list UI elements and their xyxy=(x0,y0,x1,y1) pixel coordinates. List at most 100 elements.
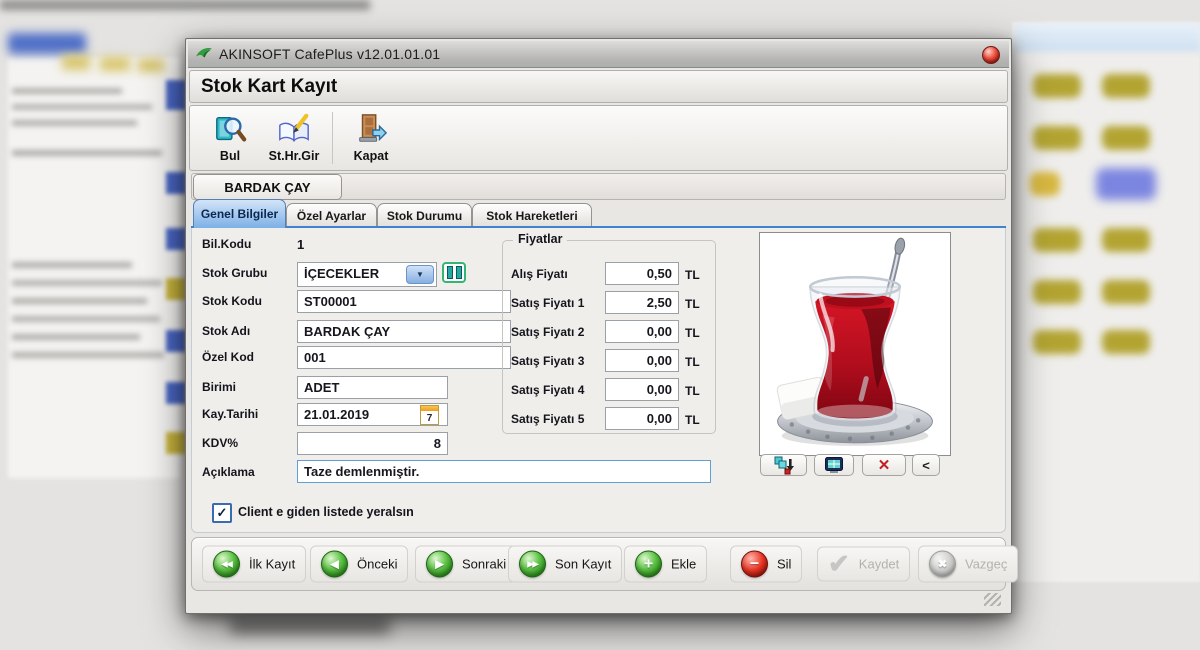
currency-label: TL xyxy=(685,355,700,369)
window-titlebar[interactable]: AKINSOFT CafePlus v12.01.01.01 xyxy=(188,41,1009,68)
background-smudge xyxy=(0,0,370,10)
product-photo xyxy=(759,232,951,456)
stock-movement-entry-button[interactable]: St.Hr.Gir xyxy=(262,106,326,170)
last-record-button[interactable]: ▶▶ Son Kayıt xyxy=(508,546,622,583)
background-text-line xyxy=(12,150,162,156)
satis-fiyati-3-input[interactable] xyxy=(605,349,679,372)
satis-fiyati-1-label: Satış Fiyatı 1 xyxy=(511,296,584,310)
currency-label: TL xyxy=(685,268,700,282)
load-image-icon xyxy=(774,456,794,475)
add-record-button[interactable]: + Ekle xyxy=(624,546,707,583)
save-check-icon: ✔ xyxy=(828,552,850,577)
tab-stok-hareketleri[interactable]: Stok Hareketleri xyxy=(472,203,592,228)
background-yellow-chip xyxy=(138,59,164,72)
chevron-down-icon[interactable]: ▼ xyxy=(406,265,434,284)
tab-stok-durumu[interactable]: Stok Durumu xyxy=(377,203,472,228)
satis-fiyati-2-label: Satış Fiyatı 2 xyxy=(511,325,584,339)
background-table-button xyxy=(1033,330,1081,354)
satis-fiyati-5-label: Satış Fiyatı 5 xyxy=(511,412,584,426)
background-icon xyxy=(166,330,186,352)
calendar-icon[interactable]: 7 xyxy=(420,405,439,425)
list-bars-icon xyxy=(447,266,453,279)
tab-bar: Genel Bilgiler Özel Ayarlar Stok Durumu … xyxy=(191,199,1006,228)
background-table-button xyxy=(1033,126,1081,150)
record-title-bar: BARDAK ÇAY xyxy=(191,173,1006,200)
tab-ozel-ayarlar[interactable]: Özel Ayarlar xyxy=(286,203,377,228)
view-image-button[interactable] xyxy=(814,454,854,476)
satis-fiyati-4-input[interactable] xyxy=(605,378,679,401)
delete-record-button[interactable]: − Sil xyxy=(730,546,802,583)
client-list-checkbox-label: Client e giden listede yeralsın xyxy=(238,505,414,519)
record-title-button[interactable]: BARDAK ÇAY xyxy=(193,174,342,200)
search-card-icon xyxy=(213,113,247,147)
kay-tarihi-label: Kay.Tarihi xyxy=(202,407,258,421)
background-icon xyxy=(166,432,186,454)
cancel-record-button[interactable]: ✖ Vazgeç xyxy=(918,546,1018,583)
bil-kodu-value: 1 xyxy=(297,237,304,252)
background-text-line xyxy=(12,280,162,286)
stok-adi-label: Stok Adı xyxy=(202,324,250,338)
book-pencil-icon xyxy=(277,113,311,147)
currency-label: TL xyxy=(685,297,700,311)
ozel-kod-input[interactable] xyxy=(297,346,511,369)
stok-kodu-label: Stok Kodu xyxy=(202,294,262,308)
record-navigation-bar: ◀◀ İlk Kayıt ◀ Önceki ▶ Sonraki ▶▶ Son K… xyxy=(191,537,1006,591)
currency-label: TL xyxy=(685,384,700,398)
background-text-line xyxy=(12,104,152,110)
satis-fiyati-1-input[interactable] xyxy=(605,291,679,314)
birimi-input[interactable] xyxy=(297,376,448,399)
find-button[interactable]: Bul xyxy=(198,106,262,170)
kdv-label: KDV% xyxy=(202,436,238,450)
load-image-button[interactable] xyxy=(760,454,807,476)
background-smudge-bottom xyxy=(230,618,390,634)
delete-image-button[interactable]: ✕ xyxy=(862,454,906,476)
tea-glass-image xyxy=(763,236,947,452)
close-window-button[interactable]: Kapat xyxy=(339,106,403,170)
stok-adi-input[interactable] xyxy=(297,320,511,343)
first-record-button[interactable]: ◀◀ İlk Kayıt xyxy=(202,546,306,583)
satis-fiyati-5-input[interactable] xyxy=(605,407,679,430)
delete-record-icon: − xyxy=(741,551,768,578)
tab-genel-bilgiler[interactable]: Genel Bilgiler xyxy=(193,199,286,228)
background-yellow-chip xyxy=(100,57,130,71)
satis-fiyati-4-label: Satış Fiyatı 4 xyxy=(511,383,584,397)
prev-image-button[interactable]: < xyxy=(912,454,940,476)
currency-label: TL xyxy=(685,413,700,427)
tab-content-genel-bilgiler: Bil.Kodu 1 Stok Grubu İÇECEKLER ▼ Stok K… xyxy=(191,228,1006,533)
akinsoft-logo-icon xyxy=(195,46,213,62)
toolbar: Bul St.Hr.Gir xyxy=(189,105,1008,171)
background-blue-bar xyxy=(8,33,86,54)
satis-fiyati-3-label: Satış Fiyatı 3 xyxy=(511,354,584,368)
background-table-button xyxy=(1102,228,1150,252)
resize-grip[interactable] xyxy=(984,593,1001,606)
stok-kodu-input[interactable] xyxy=(297,290,511,313)
background-table-button xyxy=(1033,280,1081,304)
previous-record-button[interactable]: ◀ Önceki xyxy=(310,546,408,583)
background-text-line xyxy=(12,88,122,94)
satis-fiyati-2-input[interactable] xyxy=(605,320,679,343)
close-icon[interactable] xyxy=(982,46,1000,64)
aciklama-input[interactable] xyxy=(297,460,711,483)
currency-label: TL xyxy=(685,326,700,340)
cancel-x-icon: ✖ xyxy=(929,551,956,578)
background-text-line xyxy=(12,334,140,340)
background-icon xyxy=(166,382,186,404)
check-icon: ✓ xyxy=(217,505,228,521)
background-table-button xyxy=(1102,330,1150,354)
calendar-day: 7 xyxy=(427,413,433,424)
background-icon xyxy=(166,80,186,110)
find-button-label: Bul xyxy=(220,149,240,163)
previous-record-icon: ◀ xyxy=(321,551,348,578)
stock-group-list-button[interactable] xyxy=(442,262,466,283)
last-record-icon: ▶▶ xyxy=(519,551,546,578)
background-table-button xyxy=(1030,172,1060,196)
background-table-button xyxy=(1102,126,1150,150)
next-record-button[interactable]: ▶ Sonraki xyxy=(415,546,517,583)
background-icon xyxy=(166,228,186,250)
alis-fiyati-input[interactable] xyxy=(605,262,679,285)
save-record-button[interactable]: ✔ Kaydet xyxy=(817,547,910,582)
client-list-checkbox[interactable]: ✓ xyxy=(212,503,232,523)
stok-grubu-select[interactable]: İÇECEKLER ▼ xyxy=(297,262,437,287)
background-icon xyxy=(166,278,186,300)
kdv-input[interactable] xyxy=(297,432,448,455)
